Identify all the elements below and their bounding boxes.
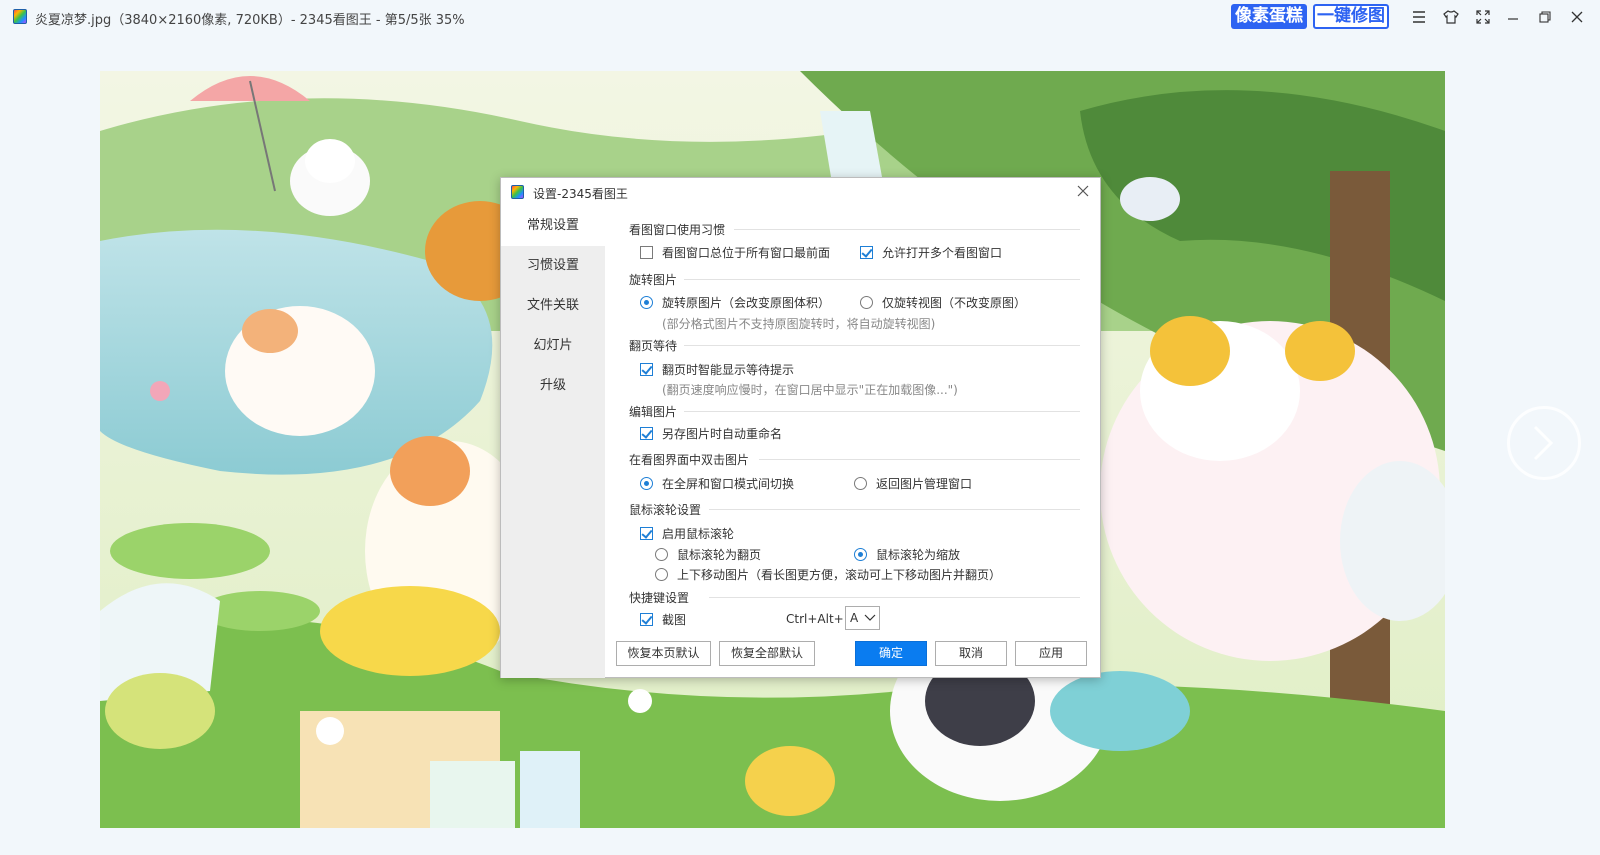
rotate-view-radio[interactable]: 仅旋转视图（不改变原图） [860,294,1026,310]
dialog-app-logo-icon [511,185,524,199]
radio-dot[interactable] [640,295,653,309]
toggle-fullscreen-radio[interactable]: 在全屏和窗口模式间切换 [640,475,794,491]
settings-sidebar: 常规设置 习惯设置 文件关联 幻灯片 升级 [501,206,605,678]
enable-wheel-checkbox[interactable]: 启用鼠标滚轮 [640,525,734,541]
checkbox-box[interactable] [640,526,653,540]
radio-label: 仅旋转视图（不改变原图） [882,295,1027,310]
radio-label: 旋转原图片（会改变原图体积） [662,295,831,310]
checkbox-box[interactable] [640,362,653,376]
tab-general[interactable]: 常规设置 [501,206,605,246]
section-viewer-habits: 看图窗口使用习惯 [629,221,1080,237]
auto-rename-checkbox[interactable]: 另存图片时自动重命名 [640,425,782,441]
section-title: 编辑图片 [629,405,678,419]
section-edit: 编辑图片 [629,403,1080,419]
apply-button[interactable]: 应用 [1015,641,1087,666]
section-rotate: 旋转图片 [629,271,1080,287]
restore-all-default-button[interactable]: 恢复全部默认 [719,641,815,666]
radio-label: 返回图片管理窗口 [876,476,973,491]
section-title: 在看图界面中双击图片 [629,453,750,467]
always-on-top-checkbox[interactable]: 看图窗口总位于所有窗口最前面 [640,244,830,260]
radio-label: 在全屏和窗口模式间切换 [662,476,795,491]
checkbox-label: 截图 [662,612,687,627]
restore-icon[interactable] [1534,6,1556,28]
section-mouse-wheel: 鼠标滚轮设置 [629,501,1080,517]
checkbox-box[interactable] [860,245,873,259]
checkbox-label: 翻页时智能显示等待提示 [662,362,795,377]
close-icon[interactable] [1566,6,1588,28]
screenshot-hotkey-checkbox[interactable]: 截图 [640,611,686,627]
tab-file-association[interactable]: 文件关联 [501,286,605,326]
fullscreen-icon[interactable] [1472,6,1494,28]
wheel-page-radio[interactable]: 鼠标滚轮为翻页 [655,546,761,562]
cancel-button[interactable]: 取消 [935,641,1007,666]
section-title: 鼠标滚轮设置 [629,503,702,517]
page-wait-hint: (翻页速度响应慢时，在窗口居中显示"正在加载图像...") [662,383,958,397]
pixel-cake-button[interactable]: 像素蛋糕 [1231,4,1307,29]
tab-habits[interactable]: 习惯设置 [501,246,605,286]
dialog-close-icon[interactable] [1076,184,1092,200]
one-click-fix-button[interactable]: 一键修图 [1313,4,1389,29]
hotkey-key-value: A [850,611,859,625]
radio-dot[interactable] [655,547,668,561]
restore-page-default-button[interactable]: 恢复本页默认 [616,641,711,666]
rotate-original-radio[interactable]: 旋转原图片（会改变原图体积） [640,294,830,310]
wheel-zoom-radio[interactable]: 鼠标滚轮为缩放 [854,546,960,562]
checkbox-label: 看图窗口总位于所有窗口最前面 [662,245,831,260]
tab-upgrade[interactable]: 升级 [501,366,605,406]
chevron-down-icon [864,614,876,621]
tab-slideshow[interactable]: 幻灯片 [501,326,605,366]
radio-dot[interactable] [854,547,867,561]
hotkey-combo-label: Ctrl+Alt+ [786,612,844,626]
minimize-icon[interactable] [1502,6,1524,28]
section-title: 看图窗口使用习惯 [629,223,726,237]
menu-icon[interactable] [1408,6,1430,28]
window-title: 炎夏凉梦.jpg（3840×2160像素, 720KB）- 2345看图王 - … [35,13,465,28]
checkbox-label: 启用鼠标滚轮 [662,526,735,541]
section-page-wait: 翻页等待 [629,337,1080,353]
radio-label: 鼠标滚轮为翻页 [677,547,762,562]
title-bar: 炎夏凉梦.jpg（3840×2160像素, 720KB）- 2345看图王 - … [0,0,1600,34]
wheel-move-radio[interactable]: 上下移动图片（看长图更方便，滚动可上下移动图片并翻页） [655,566,1001,582]
radio-dot[interactable] [655,567,668,581]
next-image-arrow-icon[interactable] [1507,406,1581,480]
multi-window-checkbox[interactable]: 允许打开多个看图窗口 [860,244,1002,260]
radio-label: 上下移动图片（看长图更方便，滚动可上下移动图片并翻页） [677,567,1002,582]
radio-dot[interactable] [640,476,653,490]
radio-dot[interactable] [860,295,873,309]
radio-label: 鼠标滚轮为缩放 [876,547,961,562]
checkbox-box[interactable] [640,245,653,259]
section-hotkey: 快捷键设置 [629,589,1080,605]
dialog-title: 设置-2345看图王 [533,187,628,201]
section-double-click: 在看图界面中双击图片 [629,451,1080,467]
skin-icon[interactable] [1440,6,1462,28]
dialog-title-bar: 设置-2345看图王 [501,178,1100,206]
hotkey-key-select[interactable]: A [845,606,880,630]
section-title: 旋转图片 [629,273,678,287]
return-manager-radio[interactable]: 返回图片管理窗口 [854,475,972,491]
radio-dot[interactable] [854,476,867,490]
section-title: 翻页等待 [629,339,678,353]
checkbox-box[interactable] [640,426,653,440]
checkbox-label: 另存图片时自动重命名 [662,426,783,441]
section-title: 快捷键设置 [629,591,690,605]
app-logo-icon [13,9,27,24]
checkbox-label: 允许打开多个看图窗口 [882,245,1003,260]
checkbox-box[interactable] [640,612,653,626]
ok-button[interactable]: 确定 [855,641,927,666]
smart-wait-checkbox[interactable]: 翻页时智能显示等待提示 [640,361,794,377]
rotate-hint: (部分格式图片不支持原图旋转时，将自动旋转视图) [662,317,936,331]
